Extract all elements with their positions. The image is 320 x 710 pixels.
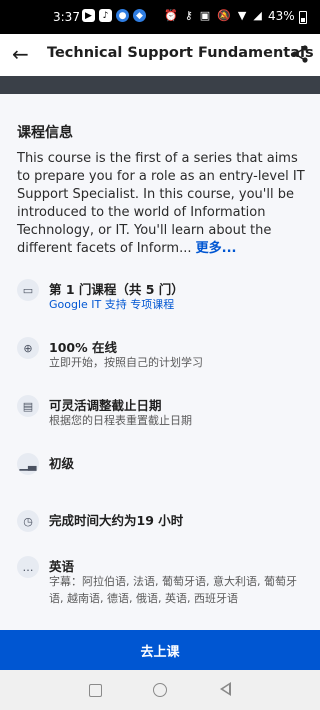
level-bars-icon: ▁▃ — [17, 453, 39, 475]
tiktok-icon: ♪ — [99, 9, 112, 22]
info-sub: 立即开始，按照自己的计划学习 — [49, 356, 203, 369]
course-description: This course is the first of a series tha… — [17, 150, 309, 258]
subtitles-list: 字幕：阿拉伯语, 法语, 葡萄牙语, 意大利语, 葡萄牙语, 越南语, 德语, … — [49, 575, 297, 605]
nav-back-icon[interactable] — [220, 682, 231, 696]
battery-percent: 43% — [268, 9, 295, 23]
info-sub: 根据您的日程表重置截止日期 — [49, 414, 192, 427]
alarm-icon: ⏰ — [164, 9, 178, 22]
home-icon[interactable] — [153, 683, 167, 697]
course-info-section: 课程信息 This course is the first of a serie… — [0, 94, 320, 630]
info-main: 完成时间大约为19 小时 — [49, 513, 184, 528]
battery-icon — [299, 11, 307, 24]
signal-icon: ◢ — [253, 9, 262, 22]
go-to-course-button[interactable]: 去上课 — [0, 630, 320, 670]
system-nav-bar — [0, 670, 320, 710]
page-title: Technical Support Fundamentals — [47, 45, 314, 61]
more-link[interactable]: 更多... — [196, 241, 237, 256]
description-text: This course is the first of a series tha… — [17, 151, 305, 256]
back-arrow-icon[interactable]: ← — [12, 42, 29, 66]
status-bar: 3:37 ▶ ♪ ● ◆ ⏰ ⚷ ▣ 🔕 ▼ ◢ 43% — [0, 0, 320, 34]
header-band — [0, 76, 320, 94]
app-notification-icon: ● — [116, 9, 129, 22]
wifi-icon: ▼ — [237, 9, 247, 22]
specialization-link[interactable]: Google IT 支持 专项课程 — [49, 296, 174, 312]
app-notification-icon-2: ◆ — [133, 9, 146, 22]
chat-icon: … — [17, 556, 39, 578]
section-heading: 课程信息 — [17, 125, 73, 141]
clock-icon: ◷ — [17, 510, 39, 532]
key-icon: ⚷ — [184, 9, 193, 22]
status-time: 3:37 — [53, 10, 80, 24]
mute-icon: 🔕 — [217, 9, 231, 22]
app-bar: ← Technical Support Fundamentals — [0, 34, 320, 76]
share-icon[interactable] — [290, 44, 310, 64]
calendar-icon: ▤ — [17, 395, 39, 417]
nfc-icon: ▣ — [199, 9, 211, 22]
system-icons: ⏰ ⚷ ▣ 🔕 ▼ ◢ — [164, 9, 262, 22]
stack-icon: ▭ — [17, 279, 39, 301]
info-main: 初级 — [49, 456, 75, 471]
recents-icon[interactable] — [89, 684, 102, 697]
notification-icons: ▶ ♪ ● ◆ — [82, 9, 146, 22]
globe-icon: ⊕ — [17, 337, 39, 359]
play-icon: ▶ — [82, 9, 95, 22]
